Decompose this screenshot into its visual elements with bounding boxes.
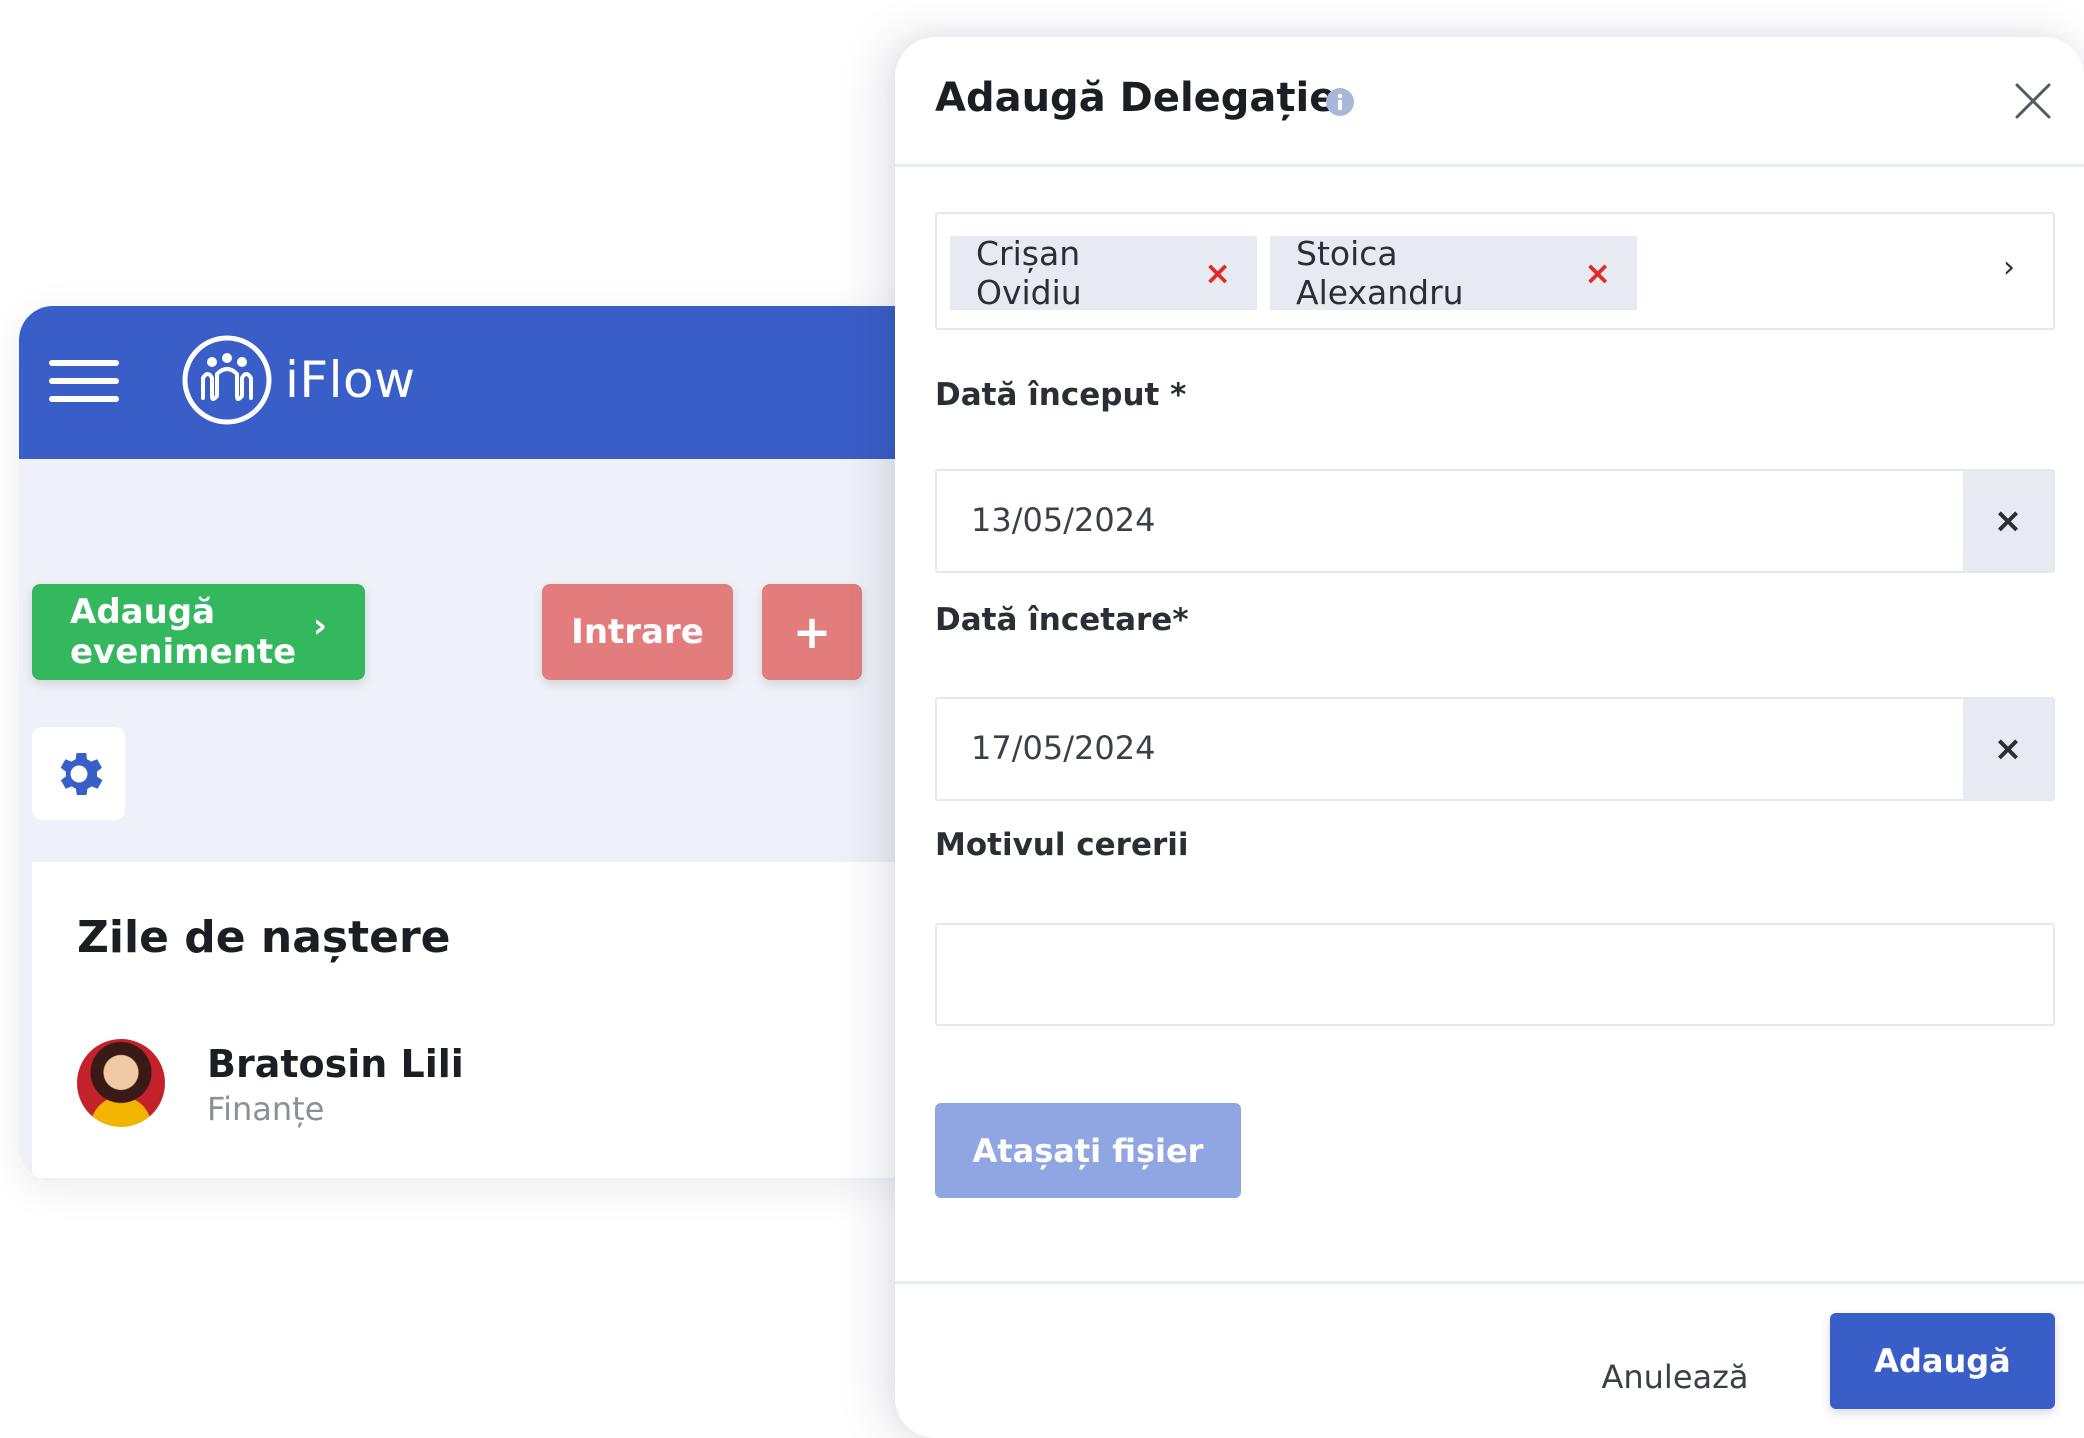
footer-divider	[895, 1281, 2084, 1284]
selected-person-tag: Crișan Ovidiu ×	[950, 234, 1257, 312]
tag-label: Stoica Alexandru	[1296, 234, 1464, 312]
reason-field[interactable]	[935, 923, 2055, 1026]
modal-title: Adaugă Delegație	[935, 75, 1337, 121]
brand-logo[interactable]: iFlow	[179, 332, 416, 428]
start-date-label: Dată început *	[935, 377, 1187, 413]
gear-icon	[60, 752, 102, 795]
avatar[interactable]	[77, 1039, 165, 1127]
iflow-logo-icon	[182, 335, 272, 425]
clear-start-date-button[interactable]: ×	[1963, 471, 2053, 571]
brand-name: iFlow	[285, 351, 416, 409]
remove-tag-icon[interactable]: ×	[1584, 254, 1611, 292]
header-divider	[895, 164, 2084, 167]
people-selector[interactable]: Crișan Ovidiu × Stoica Alexandru × ›	[935, 212, 2055, 330]
tag-label: Crișan Ovidiu	[976, 234, 1082, 312]
reason-label: Motivul cererii	[935, 827, 1189, 863]
person-name[interactable]: Bratosin Lili	[207, 1042, 464, 1086]
attach-file-button[interactable]: Atașați fișier	[935, 1103, 1241, 1198]
clear-end-date-button[interactable]: ×	[1963, 699, 2053, 799]
add-events-button[interactable]: Adaugă evenimente ›	[32, 584, 365, 680]
birthdays-card: Zile de naștere Bratosin Lili Finanțe	[32, 862, 1019, 1178]
end-date-field[interactable]: 17/05/2024 ×	[935, 697, 2055, 801]
close-icon[interactable]	[2011, 79, 2055, 123]
plus-button[interactable]: +	[762, 584, 862, 680]
cancel-button[interactable]: Anulează	[1595, 1342, 1755, 1412]
chevron-right-icon: ›	[312, 606, 327, 646]
menu-icon[interactable]	[49, 354, 119, 406]
settings-button[interactable]	[32, 727, 125, 820]
submit-button[interactable]: Adaugă	[1830, 1313, 2055, 1409]
info-icon[interactable]	[1325, 87, 1355, 117]
start-date-field[interactable]: 13/05/2024 ×	[935, 469, 2055, 573]
start-date-value: 13/05/2024	[971, 501, 1156, 539]
top-bar: iFlow	[19, 306, 1019, 459]
app-window: iFlow Adaugă evenimente › Intrare + Zile…	[19, 306, 1019, 1181]
person-department: Finanțe	[207, 1090, 325, 1128]
end-date-value: 17/05/2024	[971, 729, 1156, 767]
birthdays-title: Zile de naștere	[77, 912, 451, 963]
end-date-label: Dată încetare*	[935, 602, 1189, 638]
selected-person-tag: Stoica Alexandru ×	[1270, 234, 1637, 312]
remove-tag-icon[interactable]: ×	[1204, 254, 1231, 292]
entry-button[interactable]: Intrare	[542, 584, 733, 680]
chevron-right-icon[interactable]: ›	[2003, 250, 2015, 285]
add-delegation-modal: Adaugă Delegație Crișan Ovidiu × Stoica …	[895, 37, 2084, 1438]
